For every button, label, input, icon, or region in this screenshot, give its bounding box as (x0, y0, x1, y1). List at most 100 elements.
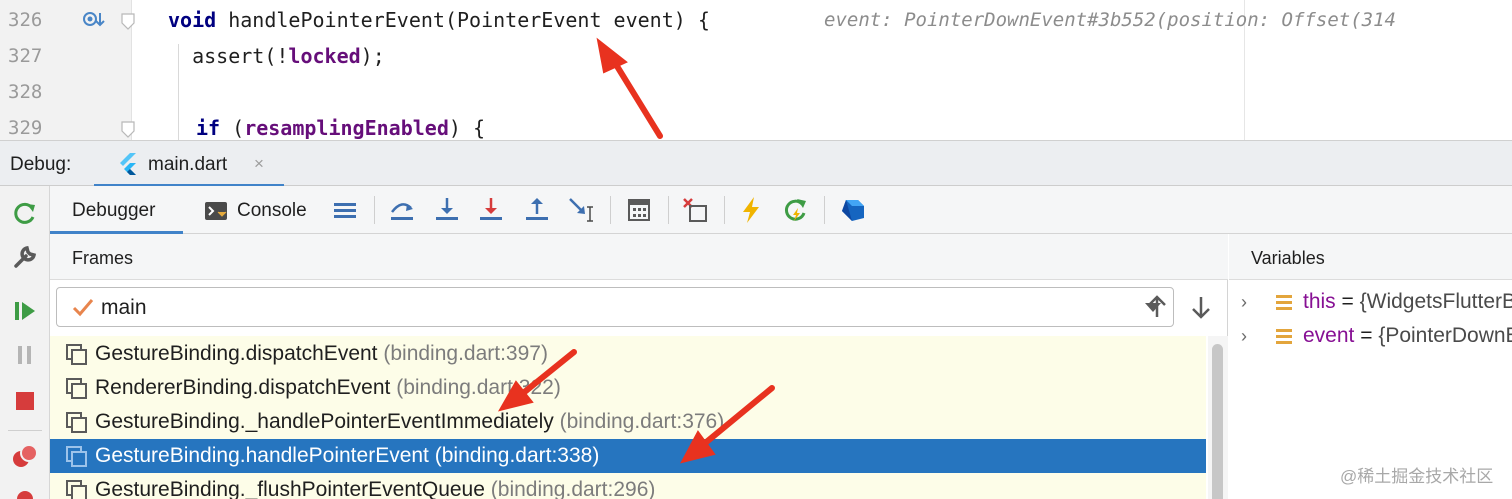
frame-row[interactable]: GestureBinding._flushPointerEventQueue (… (50, 473, 1206, 499)
stop-icon[interactable] (10, 386, 40, 416)
force-step-into-icon[interactable] (476, 195, 506, 225)
frame-row-selected[interactable]: GestureBinding.handlePointerEvent (bindi… (50, 439, 1206, 473)
drop-frame-icon[interactable] (680, 195, 710, 225)
code-line[interactable]: 326 void handlePointerEvent(PointerEvent… (0, 3, 1512, 39)
frame-row[interactable]: GestureBinding._handlePointerEventImmedi… (50, 405, 1206, 439)
chevron-right-icon[interactable]: › (1241, 326, 1247, 347)
previous-frame-icon[interactable] (1142, 292, 1172, 322)
inline-debug-value: event: PointerDownEvent#3b552(position: … (824, 9, 1396, 31)
variables-title: Variables (1251, 248, 1325, 268)
stack-frame-icon (66, 412, 87, 433)
run-tab-label: main.dart (148, 154, 228, 175)
tab-debugger-label: Debugger (72, 200, 156, 221)
code-keyword: void (168, 8, 217, 32)
hot-restart-icon[interactable] (780, 195, 810, 225)
variable-name: this (1303, 290, 1336, 313)
step-into-icon[interactable] (432, 195, 462, 225)
tab-console-label: Console (237, 200, 307, 221)
code-post: ); (360, 44, 385, 68)
variable-equals: = (1335, 290, 1360, 313)
side-toolbar-separator (8, 430, 42, 431)
rerun-icon[interactable] (10, 198, 40, 228)
variable-value: {PointerDownEvent} (1378, 324, 1512, 347)
resume-icon[interactable] (10, 296, 40, 326)
frame-method-name: GestureBinding._handlePointerEventImmedi… (95, 410, 554, 433)
thread-dropdown[interactable]: main (56, 287, 1174, 327)
variable-name: event (1303, 324, 1355, 347)
frame-method-name: GestureBinding.dispatchEvent (95, 342, 378, 365)
next-frame-icon[interactable] (1186, 292, 1216, 322)
variable-value: {WidgetsFlutterBinding} (1359, 290, 1512, 313)
stack-frame-icon (66, 378, 87, 399)
evaluate-expression-icon[interactable] (624, 195, 654, 225)
dart-devtools-icon[interactable] (838, 195, 868, 225)
show-frames-menu-icon[interactable] (330, 195, 360, 225)
pause-icon[interactable] (10, 340, 40, 370)
frame-location: (binding.dart:322) (396, 376, 561, 399)
toolbar-separator (824, 196, 825, 224)
frame-location: (binding.dart:376) (559, 410, 725, 433)
frame-method: GestureBinding.dispatchEvent (binding.da… (95, 342, 548, 366)
frame-location: (binding.dart:338) (434, 444, 600, 467)
code-pre: assert(! (168, 44, 289, 68)
stack-frame-icon (66, 344, 87, 365)
frame-method: RendererBinding.dispatchEvent (binding.d… (95, 376, 561, 400)
code-line[interactable]: 327 assert(!locked); (0, 39, 1512, 75)
flutter-icon (120, 153, 136, 175)
debug-label: Debug: (10, 154, 72, 175)
debugger-toolbar: Debugger Console (50, 186, 1512, 235)
run-config-tab[interactable]: main.dart × (94, 141, 284, 188)
line-number: 326 (8, 9, 43, 31)
frame-location: (binding.dart:397) (383, 342, 548, 365)
scrollbar-thumb[interactable] (1212, 344, 1223, 499)
frame-method: GestureBinding._flushPointerEventQueue (… (95, 478, 655, 499)
tab-console[interactable]: Console (200, 186, 320, 234)
variable-text: event = {PointerDownEvent} (1303, 324, 1512, 348)
code-text: if (resamplingEnabled) { (196, 116, 485, 140)
frame-method: GestureBinding.handlePointerEvent (bindi… (95, 444, 599, 468)
tab-debugger[interactable]: Debugger (50, 186, 183, 235)
frames-scrollbar[interactable] (1208, 336, 1228, 499)
line-number: 328 (8, 81, 43, 103)
hot-reload-icon[interactable] (736, 195, 766, 225)
frame-row[interactable]: GestureBinding.dispatchEvent (binding.da… (50, 337, 1206, 371)
chevron-right-icon[interactable]: › (1241, 292, 1247, 313)
code-paren: ( (220, 116, 245, 140)
code-editor[interactable]: 326 void handlePointerEvent(PointerEvent… (0, 0, 1512, 140)
view-breakpoints-icon[interactable] (10, 442, 40, 472)
code-post: ) { (448, 116, 486, 140)
check-icon (72, 299, 94, 317)
step-out-icon[interactable] (522, 195, 552, 225)
mute-breakpoints-icon[interactable] (10, 484, 40, 499)
variable-equals: = (1354, 324, 1379, 347)
wrench-icon[interactable] (10, 242, 40, 272)
frames-title-bar: Frames (50, 234, 1228, 280)
frame-list[interactable]: GestureBinding.dispatchEvent (binding.da… (50, 336, 1206, 499)
frame-method-name: GestureBinding._flushPointerEventQueue (95, 478, 485, 499)
variable-row[interactable]: › this = {WidgetsFlutterBinding} (1229, 286, 1512, 320)
code-identifier: locked (288, 44, 361, 68)
stack-frame-icon (66, 446, 87, 467)
watermark: @稀土掘金技术社区 (1340, 467, 1494, 486)
frame-method-name: RendererBinding.dispatchEvent (95, 376, 391, 399)
step-over-icon[interactable] (387, 195, 417, 225)
run-to-cursor-icon[interactable] (566, 195, 596, 225)
code-identifier: resamplingEnabled (244, 116, 449, 140)
console-icon (205, 202, 227, 220)
code-keyword: if (196, 116, 221, 140)
frame-row[interactable]: RendererBinding.dispatchEvent (binding.d… (50, 371, 1206, 405)
code-text: assert(!locked); (168, 44, 385, 68)
frame-method-name: GestureBinding.handlePointerEvent (95, 444, 429, 467)
close-tab-icon[interactable]: × (254, 154, 264, 174)
stack-frame-icon (66, 480, 87, 499)
variables-title-bar: Variables (1229, 234, 1512, 280)
frames-panel: Frames main GestureBinding.dispatchEvent… (50, 234, 1228, 499)
variable-row[interactable]: › event = {PointerDownEvent} (1229, 320, 1512, 354)
debug-tool-window-header: Debug: main.dart × (0, 140, 1512, 188)
code-text: void handlePointerEvent(PointerEvent eve… (168, 8, 710, 32)
frame-location: (binding.dart:296) (490, 478, 656, 499)
frame-method: GestureBinding._handlePointerEventImmedi… (95, 410, 724, 434)
code-line[interactable]: 329 if (resamplingEnabled) { (0, 111, 1512, 140)
code-line[interactable]: 328 (0, 75, 1512, 111)
frames-title: Frames (72, 248, 134, 268)
